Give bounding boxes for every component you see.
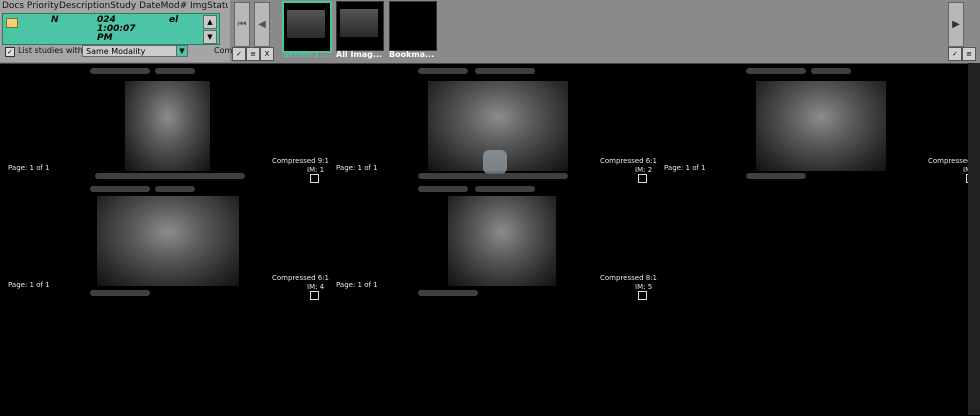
redacted-text <box>475 68 535 74</box>
redacted-text <box>475 186 535 192</box>
first-series-button[interactable]: ⏮ <box>234 2 250 47</box>
image-cell-1[interactable]: Page: 1 of 1 Compressed 9:1 IM: 1 <box>5 66 333 183</box>
image-select-checkbox[interactable] <box>638 291 647 300</box>
ultrasound-image <box>448 196 556 286</box>
redacted-text <box>811 68 851 74</box>
image-number: IM: 4 <box>307 283 325 291</box>
page-indicator: Page: 1 of 1 <box>8 281 50 289</box>
scroll-up-button[interactable]: ▲ <box>203 15 217 29</box>
next-series-button[interactable]: ▶ <box>948 2 964 47</box>
page-indicator: Page: 1 of 1 <box>8 164 50 172</box>
thumbnail-image <box>287 10 325 38</box>
thumbnail-image <box>340 9 378 37</box>
image-cell-5[interactable]: Page: 1 of 1 Compressed 8:1 IM: 5 <box>333 184 661 301</box>
image-viewer[interactable]: Page: 1 of 1 Compressed 9:1 IM: 1 Page: … <box>0 63 980 416</box>
page-indicator: Page: 1 of 1 <box>336 164 378 172</box>
modality-select[interactable]: Same Modality ▼ <box>82 45 188 57</box>
ok-button-right[interactable]: ✓ <box>948 47 962 61</box>
study-date-line3: PM <box>97 33 113 43</box>
folder-icon <box>6 18 18 28</box>
series-label-3[interactable]: Bookma... <box>389 50 434 59</box>
redacted-text <box>418 68 468 74</box>
compression-label: Compressed 8:1 <box>600 274 657 282</box>
study-list-panel: Docs PriorityDescriptionStudy DateMod# I… <box>0 0 233 62</box>
redacted-text <box>95 173 245 179</box>
menu-button-right[interactable]: ≡ <box>962 47 976 61</box>
redacted-text <box>90 186 150 192</box>
image-select-checkbox[interactable] <box>310 174 319 183</box>
series-label-1[interactable]: Series 1 ... <box>283 50 331 59</box>
list-studies-label: List studies with <box>18 46 83 55</box>
image-number: IM: 5 <box>635 283 653 291</box>
image-number: IM: 2 <box>635 166 653 174</box>
redacted-text <box>418 290 478 296</box>
previous-series-button[interactable]: ◀ <box>254 2 270 47</box>
redacted-text <box>90 290 150 296</box>
ultrasound-image <box>97 196 239 286</box>
redacted-marker <box>483 150 507 174</box>
series-thumbnail-2[interactable] <box>336 1 384 51</box>
close-button[interactable]: X <box>260 47 274 61</box>
chevron-down-icon: ▼ <box>176 46 187 56</box>
ultrasound-image <box>756 81 886 171</box>
list-studies-checkbox[interactable]: ✓ <box>5 47 15 57</box>
modality-select-value: Same Modality <box>86 47 146 56</box>
top-toolbar: Docs PriorityDescriptionStudy DateMod# I… <box>0 0 980 63</box>
redacted-text <box>418 173 568 179</box>
redacted-text <box>90 68 150 74</box>
list-studies-bar: ✓ List studies with Same Modality ▼ Com <box>2 45 233 59</box>
series-label-2[interactable]: All Imag... <box>336 50 382 59</box>
redacted-text <box>155 186 195 192</box>
redacted-text <box>746 173 806 179</box>
page-indicator: Page: 1 of 1 <box>664 164 706 172</box>
compression-label: Compressed 9:1 <box>272 157 329 165</box>
redacted-text <box>418 186 468 192</box>
page-indicator: Page: 1 of 1 <box>336 281 378 289</box>
image-cell-4[interactable]: Page: 1 of 1 Compressed 6:1 IM: 4 <box>5 184 333 301</box>
ok-button[interactable]: ✓ <box>232 47 246 61</box>
bookmark-thumbnail[interactable] <box>389 1 437 51</box>
image-cell-3[interactable]: Page: 1 of 1 Compressed 6: IM: 3 <box>661 66 980 183</box>
vertical-scrollbar[interactable] <box>968 63 980 415</box>
image-cell-2[interactable]: Page: 1 of 1 Compressed 6:1 IM: 2 <box>333 66 661 183</box>
ultrasound-image <box>125 81 210 171</box>
series-thumbnail-1[interactable] <box>282 1 332 53</box>
image-select-checkbox[interactable] <box>638 174 647 183</box>
compression-label: Compressed 6:1 <box>272 274 329 282</box>
study-row[interactable]: N 024 1:00:07 PM el ▲ ▼ <box>2 13 220 45</box>
menu-button[interactable]: ≡ <box>246 47 260 61</box>
image-select-checkbox[interactable] <box>310 291 319 300</box>
scroll-down-button[interactable]: ▼ <box>203 30 217 44</box>
status-value: el <box>169 15 179 25</box>
compression-label: Compressed 6:1 <box>600 157 657 165</box>
redacted-text <box>746 68 806 74</box>
priority-value: N <box>51 15 59 25</box>
image-number: IM: 1 <box>307 166 325 174</box>
redacted-text <box>155 68 195 74</box>
truncated-label: Com <box>214 46 233 55</box>
